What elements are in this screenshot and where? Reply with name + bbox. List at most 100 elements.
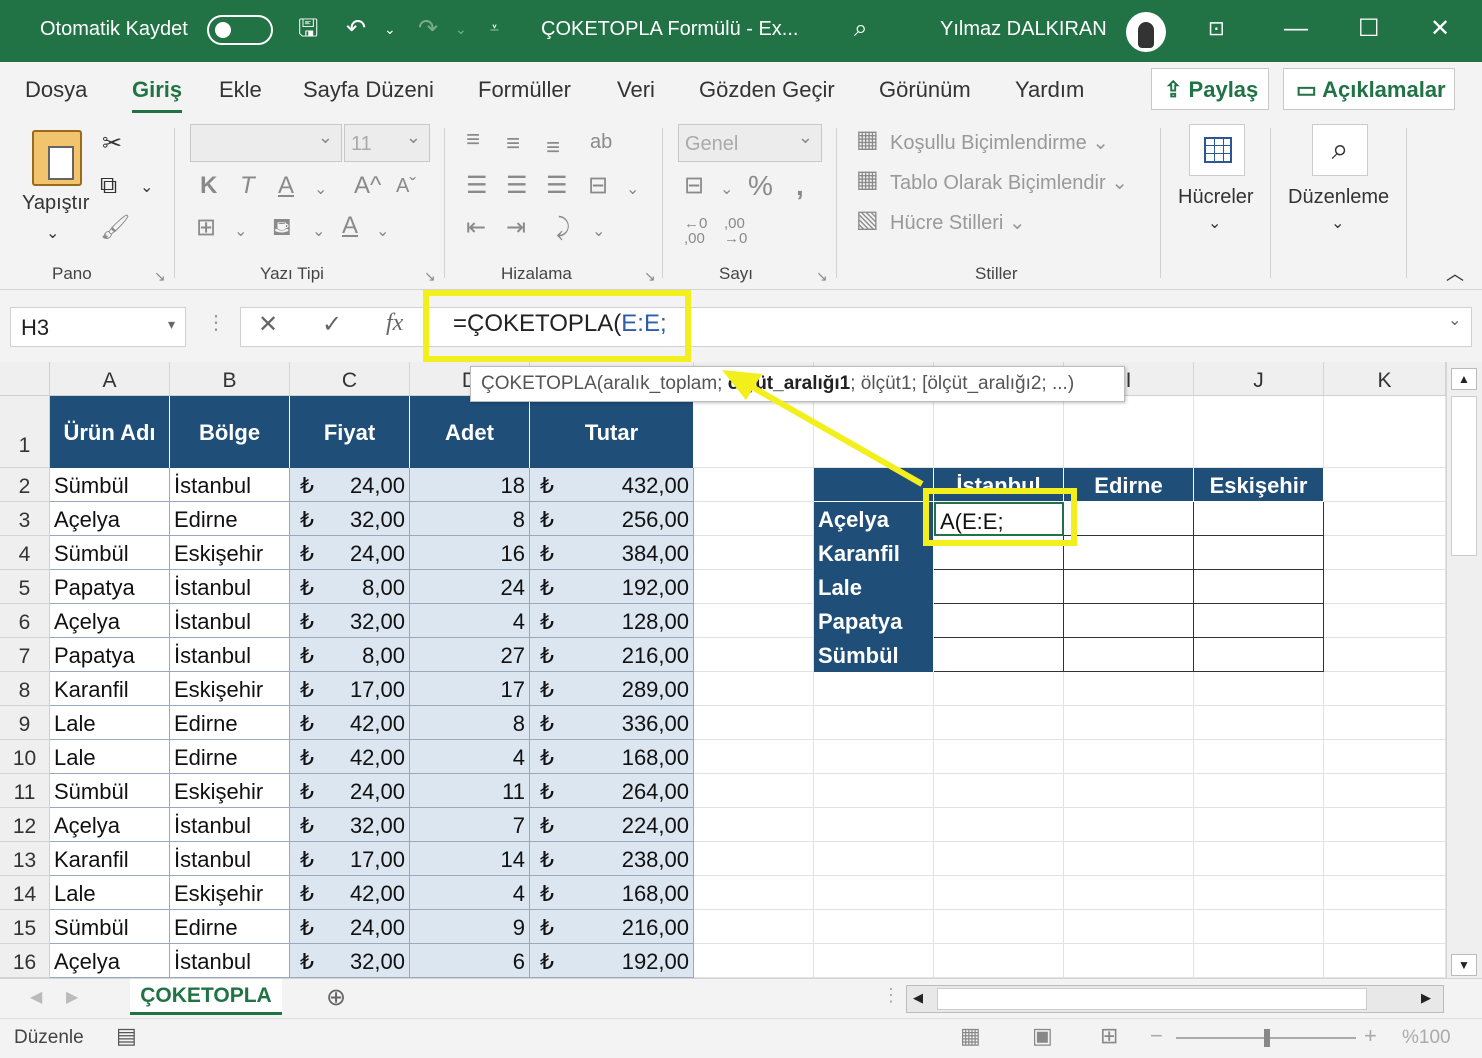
- summary-row-label[interactable]: Papatya: [814, 604, 934, 638]
- table-cell[interactable]: 17: [410, 672, 530, 706]
- summary-header-cell[interactable]: Eskişehir: [1194, 468, 1324, 502]
- editing-dropdown-icon[interactable]: ⌄: [1331, 210, 1344, 238]
- table-cell[interactable]: Açelya: [50, 808, 170, 842]
- table-cell[interactable]: 18: [410, 468, 530, 502]
- table-cell[interactable]: Papatya: [50, 570, 170, 604]
- table-cell[interactable]: ₺ 32,00: [290, 944, 410, 978]
- table-cell[interactable]: İstanbul: [170, 604, 290, 638]
- maximize-icon[interactable]: ☐: [1358, 14, 1380, 44]
- tab-page-layout[interactable]: Sayfa Düzeni: [303, 77, 434, 103]
- table-cell[interactable]: 9: [410, 910, 530, 944]
- table-cell[interactable]: ₺ 216,00: [530, 638, 694, 672]
- row-header[interactable]: 13: [0, 842, 50, 876]
- cells-button[interactable]: Hücreler: [1178, 186, 1254, 209]
- table-cell[interactable]: Eskişehir: [170, 536, 290, 570]
- table-cell[interactable]: ₺ 192,00: [530, 944, 694, 978]
- table-cell[interactable]: ₺ 238,00: [530, 842, 694, 876]
- row-header[interactable]: 10: [0, 740, 50, 774]
- summary-row-label[interactable]: Sümbül: [814, 638, 934, 672]
- normal-view-icon[interactable]: ▦: [960, 1023, 981, 1049]
- summary-cell[interactable]: [1064, 604, 1194, 638]
- table-cell[interactable]: Eskişehir: [170, 672, 290, 706]
- select-all-corner[interactable]: [0, 362, 50, 396]
- table-cell[interactable]: 4: [410, 740, 530, 774]
- table-cell[interactable]: Lale: [50, 876, 170, 910]
- table-cell[interactable]: Lale: [50, 706, 170, 740]
- tab-insert[interactable]: Ekle: [219, 77, 262, 103]
- summary-cell[interactable]: [1194, 570, 1324, 604]
- hscroll-thumb[interactable]: [937, 988, 1367, 1010]
- table-cell[interactable]: ₺ 42,00: [290, 876, 410, 910]
- table-cell[interactable]: 4: [410, 876, 530, 910]
- table-cell[interactable]: ₺ 8,00: [290, 638, 410, 672]
- undo-dropdown-icon[interactable]: ⌄: [384, 14, 396, 44]
- paste-icon[interactable]: [32, 130, 82, 186]
- undo-icon[interactable]: ↶: [346, 14, 366, 44]
- table-cell[interactable]: ₺ 216,00: [530, 910, 694, 944]
- table-cell[interactable]: 7: [410, 808, 530, 842]
- summary-cell[interactable]: [1194, 502, 1324, 536]
- search-icon[interactable]: ⌕: [854, 14, 867, 44]
- user-name[interactable]: Yılmaz DALKIRAN: [940, 18, 1107, 41]
- column-header[interactable]: C: [290, 362, 410, 396]
- table-cell[interactable]: Açelya: [50, 944, 170, 978]
- enter-icon[interactable]: ✓: [322, 310, 342, 339]
- table-cell[interactable]: Sümbül: [50, 468, 170, 502]
- zoom-in-icon[interactable]: +: [1364, 1023, 1377, 1049]
- table-cell[interactable]: Edirne: [170, 910, 290, 944]
- row-header[interactable]: 15: [0, 910, 50, 944]
- row-header[interactable]: 3: [0, 502, 50, 536]
- row-header[interactable]: 12: [0, 808, 50, 842]
- table-cell[interactable]: 16: [410, 536, 530, 570]
- column-header[interactable]: K: [1324, 362, 1446, 396]
- summary-cell[interactable]: [1064, 502, 1194, 536]
- table-cell[interactable]: ₺ 24,00: [290, 910, 410, 944]
- summary-cell[interactable]: [934, 570, 1064, 604]
- table-cell[interactable]: ₺ 42,00: [290, 706, 410, 740]
- customize-toolbar-icon[interactable]: ⩡: [490, 14, 499, 44]
- close-icon[interactable]: ✕: [1430, 14, 1450, 44]
- table-cell[interactable]: 4: [410, 604, 530, 638]
- table-cell[interactable]: 14: [410, 842, 530, 876]
- cells-icon[interactable]: [1189, 124, 1245, 176]
- table-cell[interactable]: ₺ 8,00: [290, 570, 410, 604]
- table-cell[interactable]: Sümbül: [50, 774, 170, 808]
- table-cell[interactable]: ₺ 168,00: [530, 876, 694, 910]
- sheet-tab[interactable]: ÇOKETOPLA: [130, 979, 282, 1015]
- row-header[interactable]: 6: [0, 604, 50, 638]
- macro-record-icon[interactable]: ▤: [116, 1023, 137, 1049]
- zoom-slider-thumb[interactable]: [1264, 1029, 1270, 1047]
- scroll-thumb[interactable]: [1451, 396, 1477, 556]
- summary-cell[interactable]: [934, 638, 1064, 672]
- scroll-right-icon[interactable]: ▶: [1421, 990, 1431, 1006]
- zoom-level[interactable]: %100: [1402, 1027, 1451, 1049]
- row-header[interactable]: 5: [0, 570, 50, 604]
- table-header-cell[interactable]: Tutar: [530, 396, 694, 468]
- table-cell[interactable]: İstanbul: [170, 638, 290, 672]
- avatar[interactable]: [1126, 12, 1166, 52]
- minimize-icon[interactable]: —: [1284, 14, 1308, 44]
- table-cell[interactable]: 8: [410, 706, 530, 740]
- table-cell[interactable]: Papatya: [50, 638, 170, 672]
- row-header[interactable]: 2: [0, 468, 50, 502]
- editing-button[interactable]: Düzenleme: [1288, 186, 1389, 209]
- table-header-cell[interactable]: Bölge: [170, 396, 290, 468]
- table-cell[interactable]: ₺ 224,00: [530, 808, 694, 842]
- table-cell[interactable]: ₺ 32,00: [290, 604, 410, 638]
- row-header[interactable]: 14: [0, 876, 50, 910]
- clipboard-launcher-icon[interactable]: ↘: [154, 262, 166, 290]
- next-sheet-icon[interactable]: ▶: [66, 987, 78, 1007]
- prev-sheet-icon[interactable]: ◀: [30, 987, 42, 1007]
- table-cell[interactable]: ₺ 256,00: [530, 502, 694, 536]
- row-header[interactable]: 16: [0, 944, 50, 978]
- comments-button[interactable]: ▭ Açıklamalar: [1283, 68, 1455, 110]
- table-cell[interactable]: İstanbul: [170, 944, 290, 978]
- scroll-down-icon[interactable]: ▼: [1451, 954, 1477, 976]
- table-cell[interactable]: Eskişehir: [170, 876, 290, 910]
- table-cell[interactable]: 8: [410, 502, 530, 536]
- table-cell[interactable]: 27: [410, 638, 530, 672]
- row-header[interactable]: 9: [0, 706, 50, 740]
- ribbon-display-icon[interactable]: ⊡: [1208, 14, 1225, 44]
- row-header[interactable]: 1: [0, 396, 50, 468]
- scroll-left-icon[interactable]: ◀: [913, 990, 923, 1006]
